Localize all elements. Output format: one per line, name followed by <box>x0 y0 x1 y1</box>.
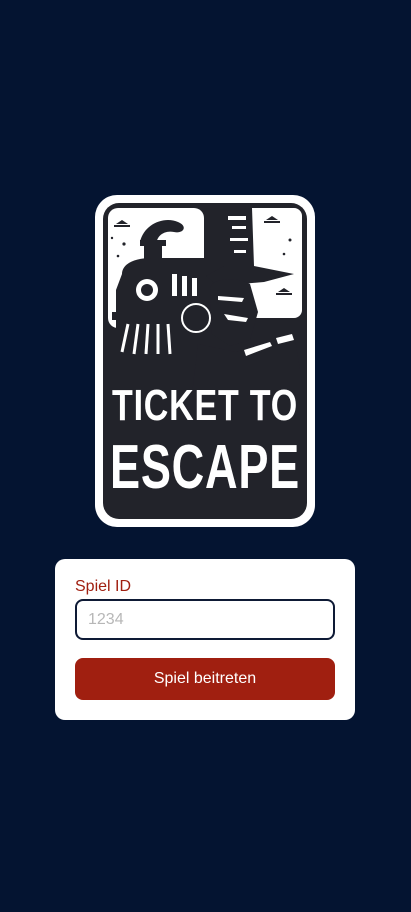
logo-line2-text: ESCAPE <box>110 433 300 502</box>
spiel-id-input[interactable] <box>75 599 335 640</box>
join-game-button[interactable]: Spiel beitreten <box>75 658 335 700</box>
join-game-card: Spiel ID Spiel beitreten <box>55 559 355 720</box>
logo-artwork: TICKET TO ESCAPE <box>95 195 315 527</box>
spiel-id-label: Spiel ID <box>75 578 132 595</box>
logo-line1-text: TICKET TO <box>112 381 298 430</box>
ticket-to-escape-logo: TICKET TO ESCAPE <box>94 194 316 528</box>
